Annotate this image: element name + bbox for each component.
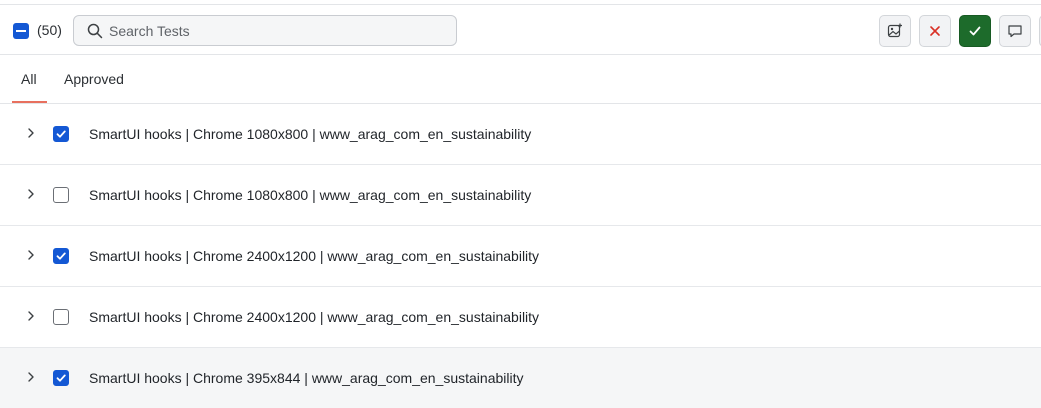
test-list-panel: (50) Search Tests All Approved SmartUI h… (0, 0, 1041, 408)
row-label: SmartUI hooks | Chrome 1080x800 | www_ar… (89, 187, 532, 203)
active-tab-indicator (12, 101, 47, 103)
search-input[interactable] (109, 16, 449, 45)
row-label: SmartUI hooks | Chrome 1080x800 | www_ar… (89, 126, 532, 142)
close-icon (930, 26, 940, 36)
image-add-icon (887, 23, 902, 38)
tab-approved[interactable]: Approved (64, 71, 124, 87)
row-label: SmartUI hooks | Chrome 2400x1200 | www_a… (89, 248, 540, 264)
approve-button[interactable] (959, 15, 991, 47)
table-row[interactable]: SmartUI hooks | Chrome 1080x800 | www_ar… (0, 165, 1041, 226)
search-icon (87, 23, 103, 39)
chevron-right-icon[interactable] (25, 188, 37, 200)
tab-bar: All Approved (0, 55, 1041, 104)
table-row[interactable]: SmartUI hooks | Chrome 1080x800 | www_ar… (0, 104, 1041, 165)
row-checkbox[interactable] (53, 248, 69, 264)
reject-button[interactable] (919, 15, 951, 47)
check-icon (969, 26, 981, 36)
row-label: SmartUI hooks | Chrome 395x844 | www_ara… (89, 370, 524, 386)
check-icon (56, 252, 66, 260)
image-add-button[interactable] (879, 15, 911, 47)
row-checkbox[interactable] (53, 309, 69, 325)
toolbar: (50) (0, 4, 1041, 55)
check-icon (56, 374, 66, 382)
table-row[interactable]: SmartUI hooks | Chrome 2400x1200 | www_a… (0, 226, 1041, 287)
comment-button[interactable] (999, 15, 1031, 47)
tab-all[interactable]: All (21, 71, 37, 87)
table-row[interactable]: SmartUI hooks | Chrome 395x844 | www_ara… (0, 348, 1041, 408)
chevron-right-icon[interactable] (25, 127, 37, 139)
select-all-checkbox-icon[interactable] (13, 23, 29, 39)
row-checkbox[interactable] (53, 126, 69, 142)
comment-icon (1008, 25, 1022, 38)
row-checkbox[interactable] (53, 370, 69, 386)
chevron-right-icon[interactable] (25, 371, 37, 383)
chevron-right-icon[interactable] (25, 249, 37, 261)
row-checkbox[interactable] (53, 187, 69, 203)
search-box[interactable] (73, 15, 457, 46)
chevron-right-icon[interactable] (25, 310, 37, 322)
row-label: SmartUI hooks | Chrome 2400x1200 | www_a… (89, 309, 540, 325)
table-row[interactable]: SmartUI hooks | Chrome 2400x1200 | www_a… (0, 287, 1041, 348)
selected-count: (50) (37, 22, 62, 38)
check-icon (56, 130, 66, 138)
